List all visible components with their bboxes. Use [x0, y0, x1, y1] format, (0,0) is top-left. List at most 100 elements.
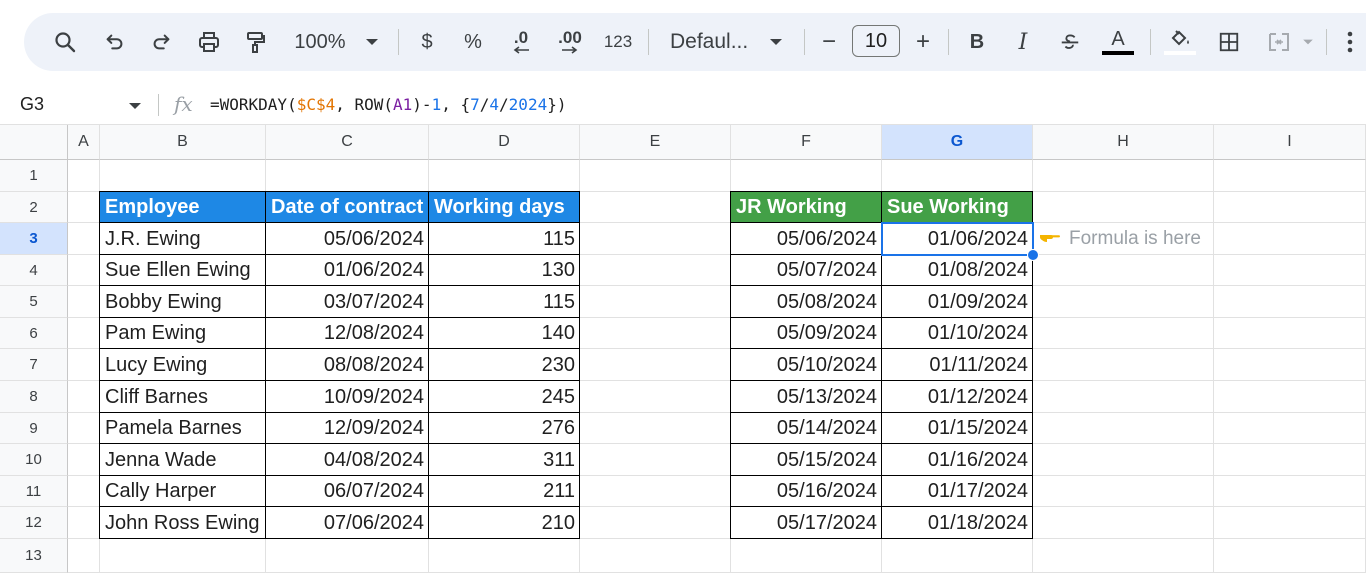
- select-all-corner[interactable]: [0, 125, 68, 160]
- font-size-input[interactable]: 10: [852, 25, 900, 57]
- sue-working-date-cell[interactable]: 01/11/2024: [882, 349, 1033, 381]
- number-format-button[interactable]: 123: [600, 13, 636, 71]
- jr-working-date-cell[interactable]: 05/17/2024: [731, 507, 882, 539]
- sue-working-date-cell[interactable]: 01/10/2024: [882, 318, 1033, 349]
- chevron-down-icon[interactable]: [128, 98, 142, 116]
- jr-working-date-cell[interactable]: 05/08/2024: [731, 286, 882, 318]
- row-header-3[interactable]: 3: [0, 223, 68, 255]
- employee-name-cell[interactable]: Jenna Wade: [100, 444, 266, 476]
- more-options-icon[interactable]: [1340, 13, 1360, 71]
- contract-date-cell[interactable]: 01/06/2024: [266, 255, 429, 286]
- fill-handle[interactable]: [1027, 249, 1039, 261]
- active-cell-selection[interactable]: [881, 222, 1034, 256]
- text-color-button[interactable]: A: [1100, 13, 1136, 71]
- contract-date-cell[interactable]: 07/06/2024: [266, 507, 429, 539]
- undo-icon[interactable]: [100, 13, 130, 71]
- working-days-cell[interactable]: 230: [429, 349, 580, 381]
- redo-icon[interactable]: [146, 13, 176, 71]
- sue-working-date-cell[interactable]: 01/08/2024: [882, 255, 1033, 286]
- jr-working-date-cell[interactable]: 05/14/2024: [731, 413, 882, 444]
- name-box[interactable]: G3: [20, 94, 44, 115]
- employee-name-cell[interactable]: Sue Ellen Ewing: [100, 255, 266, 286]
- column-header-d[interactable]: D: [429, 125, 580, 160]
- jr-working-date-cell[interactable]: 05/10/2024: [731, 349, 882, 381]
- working-days-cell[interactable]: 130: [429, 255, 580, 286]
- row-header-6[interactable]: 6: [0, 318, 68, 349]
- working-days-cell[interactable]: 115: [429, 223, 580, 255]
- row-header-8[interactable]: 8: [0, 381, 68, 413]
- employee-name-cell[interactable]: Bobby Ewing: [100, 286, 266, 318]
- currency-format-button[interactable]: $: [414, 13, 440, 71]
- jr-working-date-cell[interactable]: 05/06/2024: [731, 223, 882, 255]
- contract-date-cell[interactable]: 12/09/2024: [266, 413, 429, 444]
- column-header-e[interactable]: E: [580, 125, 731, 160]
- column-header-g[interactable]: G: [882, 125, 1033, 160]
- working-days-cell[interactable]: 115: [429, 286, 580, 318]
- borders-icon[interactable]: [1214, 13, 1244, 71]
- employee-name-cell[interactable]: Cliff Barnes: [100, 381, 266, 413]
- formula-input[interactable]: =WORKDAY($C$4, ROW(A1)-1, {7/4/2024}): [210, 95, 566, 114]
- sue-working-date-cell[interactable]: 01/15/2024: [882, 413, 1033, 444]
- strikethrough-icon[interactable]: [1056, 13, 1084, 71]
- row-header-2[interactable]: 2: [0, 192, 68, 223]
- zoom-select[interactable]: 100%: [290, 13, 350, 71]
- employee-name-cell[interactable]: Lucy Ewing: [100, 349, 266, 381]
- column-header-h[interactable]: H: [1033, 125, 1214, 160]
- paint-format-icon[interactable]: [238, 13, 272, 71]
- percent-format-button[interactable]: %: [460, 13, 486, 71]
- working-days-cell[interactable]: 210: [429, 507, 580, 539]
- employee-name-cell[interactable]: J.R. Ewing: [100, 223, 266, 255]
- working-days-cell[interactable]: 276: [429, 413, 580, 444]
- jr-working-date-cell[interactable]: 05/07/2024: [731, 255, 882, 286]
- row-header-4[interactable]: 4: [0, 255, 68, 286]
- italic-button[interactable]: I: [1010, 13, 1036, 71]
- chevron-down-icon[interactable]: [1298, 13, 1318, 71]
- working-days-cell[interactable]: 245: [429, 381, 580, 413]
- spreadsheet-grid[interactable]: A B C D E F G H I 1 2 3 4 5 6 7 8 9 10 11 12 13 Employee Date o…: [0, 125, 1366, 573]
- row-header-9[interactable]: 9: [0, 413, 68, 444]
- employee-name-cell[interactable]: Pam Ewing: [100, 318, 266, 349]
- contract-date-cell[interactable]: 05/06/2024: [266, 223, 429, 255]
- sue-working-date-cell[interactable]: 01/16/2024: [882, 444, 1033, 476]
- fill-color-button[interactable]: [1162, 13, 1198, 71]
- row-header-12[interactable]: 12: [0, 507, 68, 539]
- contract-date-cell[interactable]: 12/08/2024: [266, 318, 429, 349]
- contract-date-cell[interactable]: 06/07/2024: [266, 476, 429, 507]
- row-header-5[interactable]: 5: [0, 286, 68, 318]
- merge-cells-icon[interactable]: [1262, 13, 1296, 71]
- row-header-7[interactable]: 7: [0, 349, 68, 381]
- column-header-i[interactable]: I: [1214, 125, 1366, 160]
- increase-decimal-button[interactable]: .00: [550, 13, 590, 71]
- sue-working-date-cell[interactable]: 01/18/2024: [882, 507, 1033, 539]
- chevron-down-icon[interactable]: [360, 13, 384, 71]
- decrease-decimal-button[interactable]: .0: [504, 13, 538, 71]
- row-header-11[interactable]: 11: [0, 476, 68, 507]
- jr-working-date-cell[interactable]: 05/13/2024: [731, 381, 882, 413]
- font-select[interactable]: Defaul...: [670, 13, 748, 71]
- row-header-1[interactable]: 1: [0, 160, 68, 192]
- working-days-cell[interactable]: 311: [429, 444, 580, 476]
- column-header-a[interactable]: A: [68, 125, 100, 160]
- employee-name-cell[interactable]: Cally Harper: [100, 476, 266, 507]
- increase-font-size-button[interactable]: +: [910, 13, 936, 71]
- sue-working-date-cell[interactable]: 01/09/2024: [882, 286, 1033, 318]
- working-days-cell[interactable]: 211: [429, 476, 580, 507]
- jr-working-date-cell[interactable]: 05/15/2024: [731, 444, 882, 476]
- employee-name-cell[interactable]: Pamela Barnes: [100, 413, 266, 444]
- contract-date-cell[interactable]: 04/08/2024: [266, 444, 429, 476]
- contract-date-cell[interactable]: 10/09/2024: [266, 381, 429, 413]
- sue-working-date-cell[interactable]: 01/12/2024: [882, 381, 1033, 413]
- jr-working-date-cell[interactable]: 05/16/2024: [731, 476, 882, 507]
- row-header-13[interactable]: 13: [0, 539, 68, 573]
- search-icon[interactable]: [50, 13, 80, 71]
- contract-date-cell[interactable]: 08/08/2024: [266, 349, 429, 381]
- contract-date-cell[interactable]: 03/07/2024: [266, 286, 429, 318]
- sue-working-date-cell[interactable]: 01/17/2024: [882, 476, 1033, 507]
- bold-button[interactable]: B: [964, 13, 990, 71]
- jr-working-date-cell[interactable]: 05/09/2024: [731, 318, 882, 349]
- working-days-cell[interactable]: 140: [429, 318, 580, 349]
- column-header-b[interactable]: B: [100, 125, 266, 160]
- column-header-c[interactable]: C: [266, 125, 429, 160]
- chevron-down-icon[interactable]: [764, 13, 788, 71]
- decrease-font-size-button[interactable]: −: [816, 13, 842, 71]
